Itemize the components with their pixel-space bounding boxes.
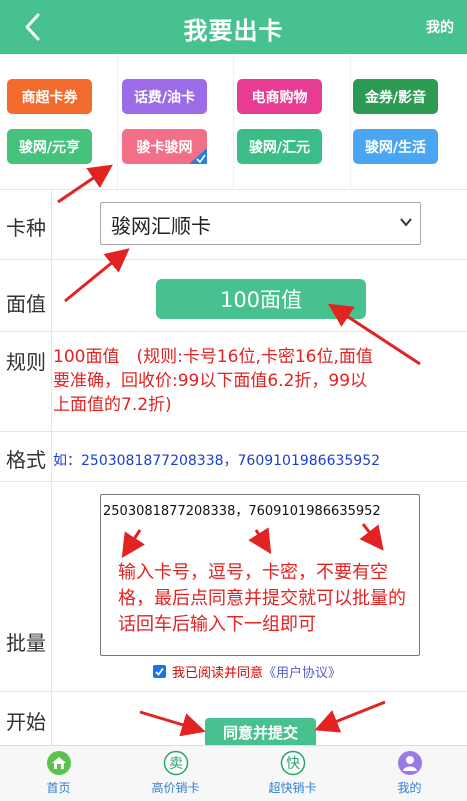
tab-label: 首页: [46, 781, 71, 795]
user-icon: [397, 751, 422, 775]
category-panel: 商超卡券 话费/油卡 电商购物 金券/影音 骏网/元亨 骏卡骏网 骏网/汇元 骏…: [0, 54, 467, 189]
tab-high-price-sell[interactable]: 卖 高价销卡: [117, 750, 234, 796]
card-type-label: 卡种: [6, 216, 46, 240]
category-label: 电商购物: [251, 89, 308, 106]
tab-mine[interactable]: 我的: [351, 750, 467, 796]
header-mine-link[interactable]: 我的: [426, 17, 454, 37]
category-button-dianshang[interactable]: 电商购物: [237, 79, 322, 114]
mai-icon: 卖: [163, 750, 188, 776]
page-title: 我要出卡: [183, 17, 284, 45]
category-button-yuanheng[interactable]: 骏网/元亨: [7, 129, 92, 164]
category-button-junka-selected[interactable]: 骏卡骏网: [122, 129, 207, 164]
chevron-down-icon: [400, 218, 412, 227]
rule-text: 100面值 (规则:卡号16位,卡密16位,面值要准确，回收价:99以下面值6.…: [53, 347, 373, 415]
category-button-jinquan[interactable]: 金券/影音: [353, 79, 438, 114]
batch-input-value: 2503081877208338，7609101986635952: [103, 504, 381, 519]
submit-button[interactable]: 同意并提交: [205, 718, 316, 746]
home-icon: [46, 751, 71, 775]
agree-checkbox[interactable]: [153, 665, 166, 678]
category-label: 商超卡券: [21, 89, 78, 106]
batch-instruction-text: 输入卡号，逗号，卡密，不要有空格，最后点同意并提交就可以批量的话回车后输入下一组…: [118, 562, 406, 635]
face-value-label: 面值: [6, 292, 46, 316]
agreement[interactable]: 我已阅读并同意 《用户协议》: [153, 662, 341, 681]
batch-input[interactable]: 2503081877208338，7609101986635952 输入卡号，逗…: [100, 494, 420, 656]
tab-label: 高价销卡: [151, 781, 200, 795]
category-button-shenghuo[interactable]: 骏网/生活: [353, 129, 438, 164]
sell-card-form: 卡种 骏网汇顺卡 面值 100面值 规则 100面值 (规则:卡号16位,卡密1…: [0, 189, 467, 746]
checkmark-icon: [155, 667, 164, 676]
user-agreement-link[interactable]: 《用户协议》: [263, 662, 341, 681]
divider: [233, 54, 234, 189]
card-type-value: 骏网汇顺卡: [111, 214, 211, 238]
rule-label: 规则: [6, 350, 46, 374]
category-label: 话费/油卡: [133, 89, 196, 106]
face-value-button[interactable]: 100面值: [156, 279, 366, 319]
category-button-huafei[interactable]: 话费/油卡: [122, 79, 207, 114]
agree-text: 我已阅读并同意: [172, 666, 264, 681]
tab-home[interactable]: 首页: [0, 750, 117, 796]
app-header: 我要出卡 我的: [0, 0, 467, 54]
batch-label: 批量: [6, 631, 46, 655]
tab-label: 超快销卡: [268, 781, 317, 795]
category-label: 骏网/元亨: [18, 139, 81, 156]
category-button-huiyuan[interactable]: 骏网/汇元: [237, 129, 322, 164]
category-label: 骏网/汇元: [248, 139, 311, 156]
category-label: 金券/影音: [364, 89, 427, 106]
category-label: 骏网/生活: [364, 139, 427, 156]
format-example: 如：2503081877208338，7609101986635952: [53, 453, 381, 469]
bottom-tab-bar: 首页 卖 高价销卡 快 超快销卡 我的: [0, 745, 467, 801]
tab-label: 我的: [397, 781, 422, 795]
category-button-shangchao[interactable]: 商超卡券: [7, 79, 92, 114]
tab-fast-sell[interactable]: 快 超快销卡: [234, 750, 351, 796]
card-type-select[interactable]: 骏网汇顺卡: [100, 202, 421, 245]
svg-text:快: 快: [286, 756, 300, 772]
format-label: 格式: [6, 448, 46, 472]
divider: [350, 54, 351, 189]
divider: [117, 54, 118, 189]
selected-check-icon: [189, 148, 207, 164]
svg-text:卖: 卖: [169, 756, 183, 772]
category-label: 骏卡骏网: [136, 139, 193, 156]
kuai-icon: 快: [280, 750, 305, 776]
start-label: 开始: [6, 710, 46, 734]
